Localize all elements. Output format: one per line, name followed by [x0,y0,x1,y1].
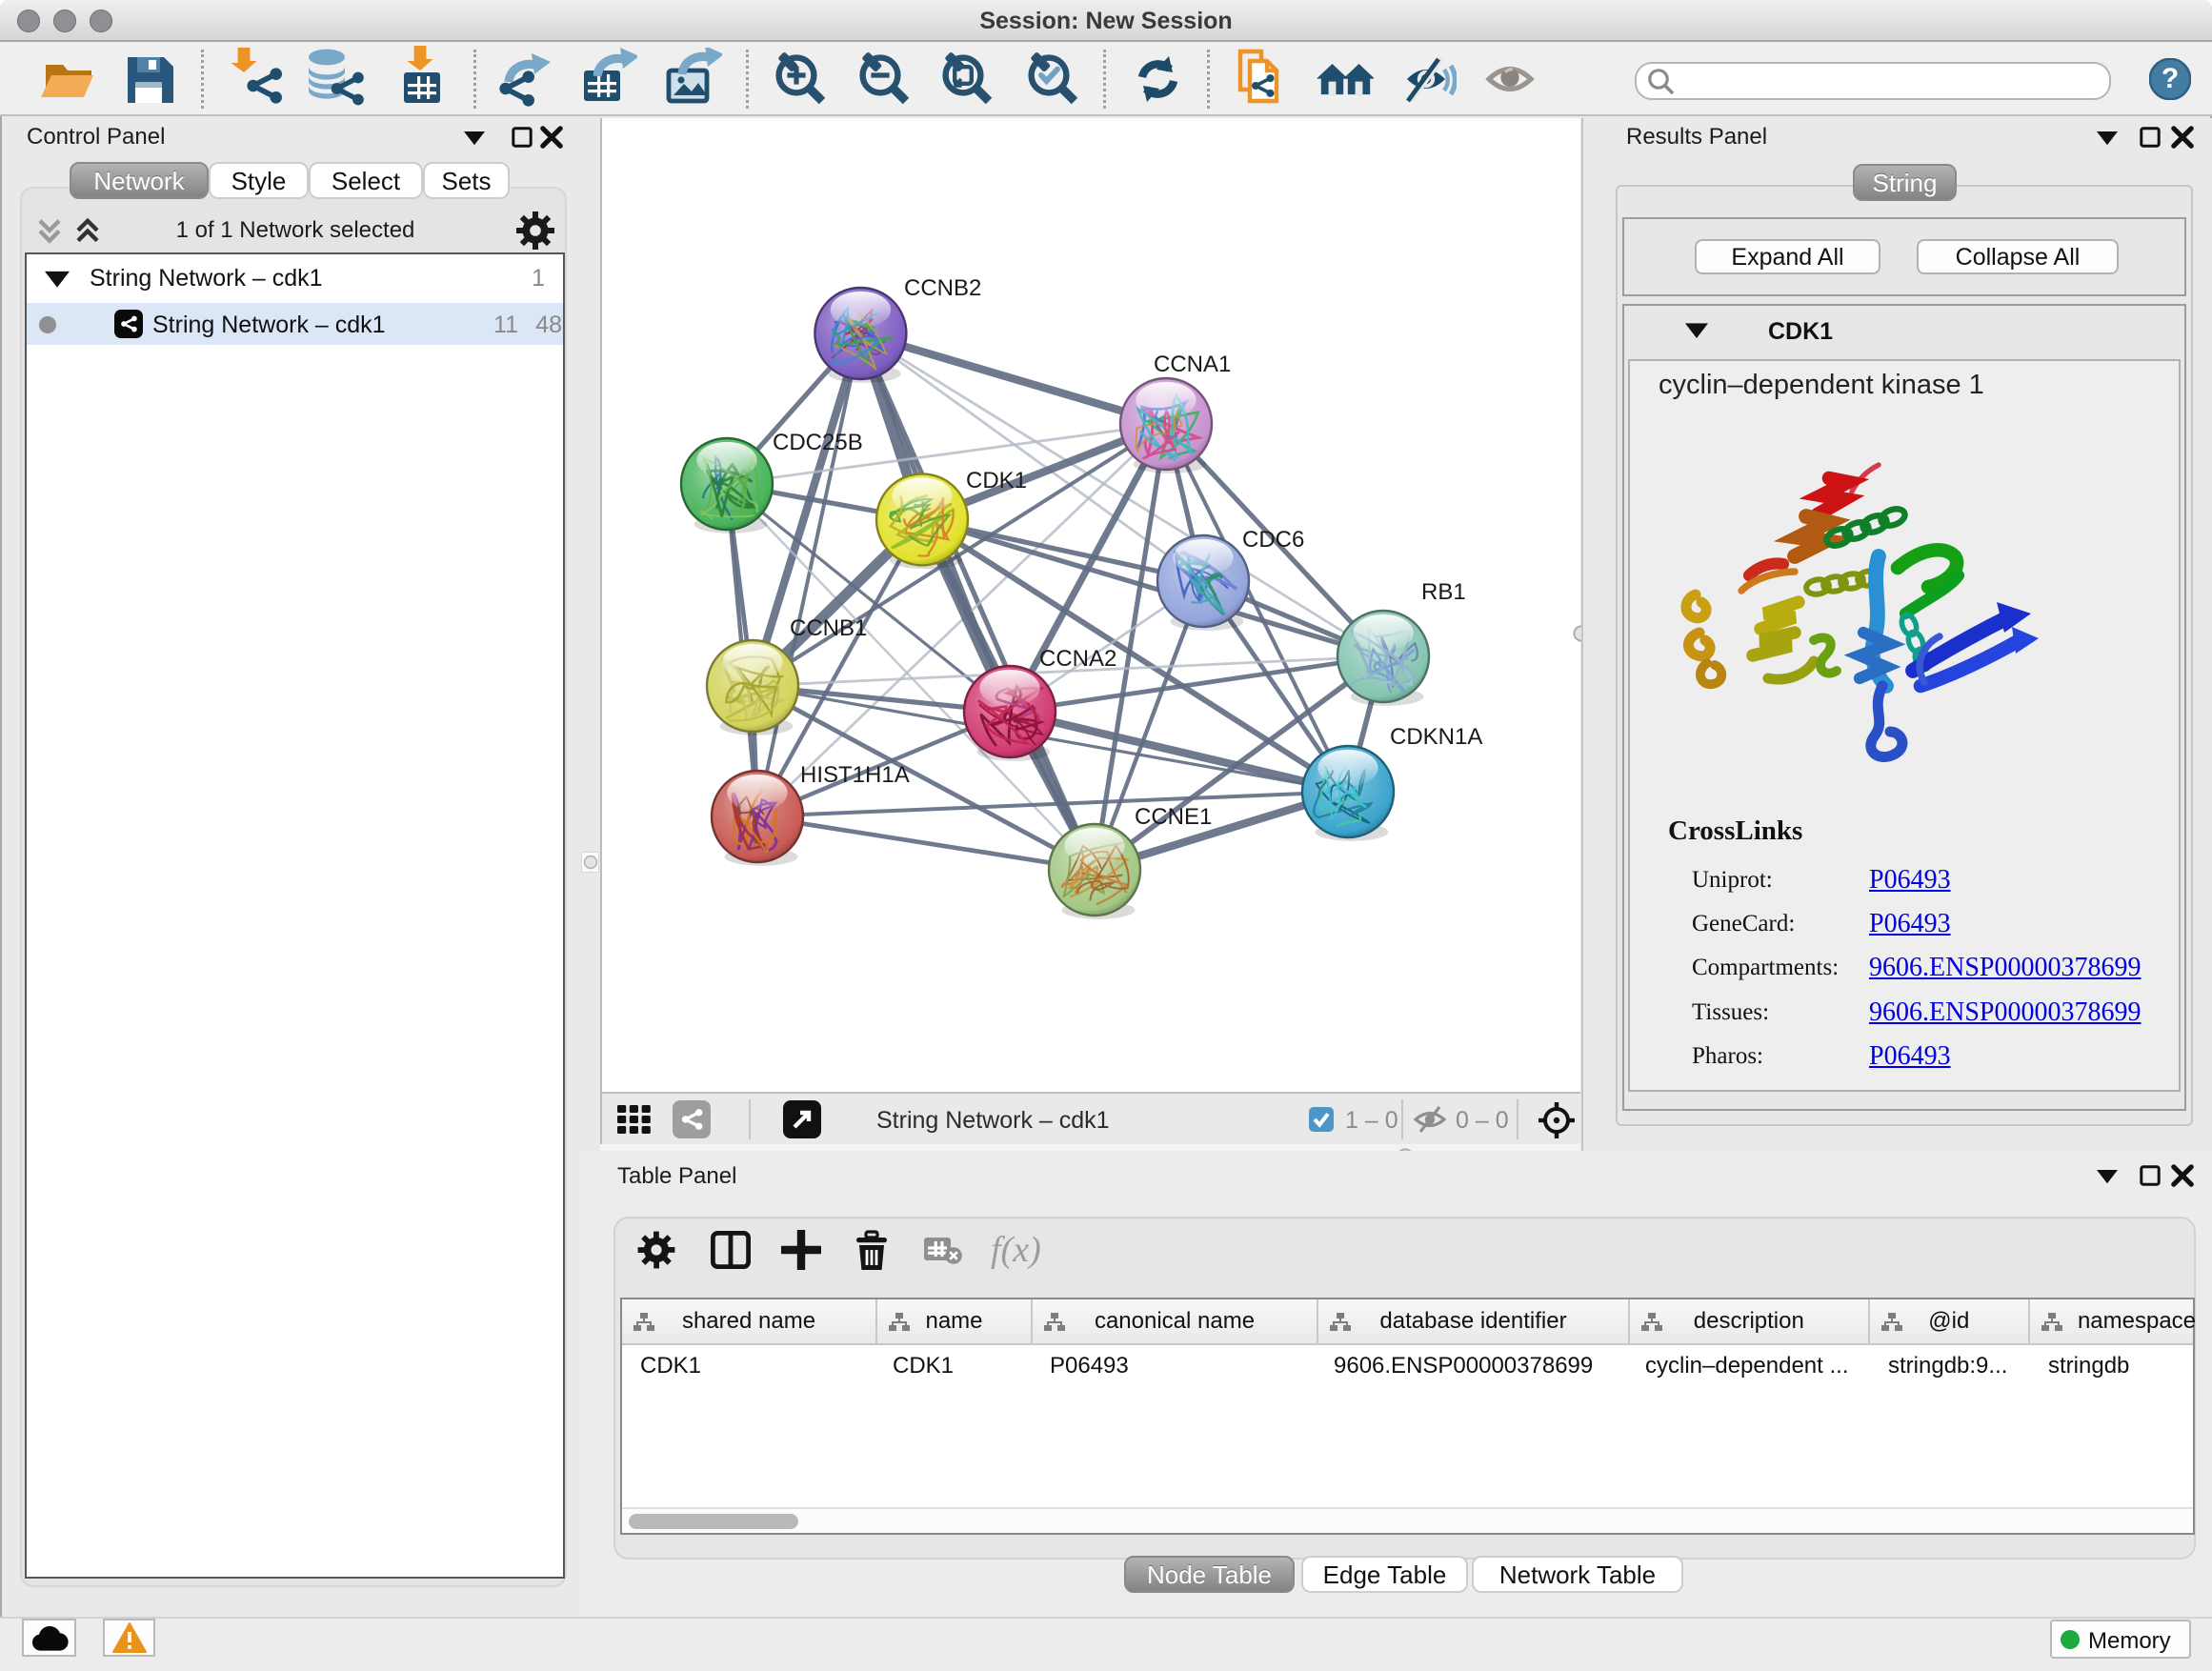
svg-text:CDKN1A: CDKN1A [1390,724,1482,750]
svg-text:CCNA2: CCNA2 [1039,646,1116,672]
svg-text:CCNE1: CCNE1 [1135,804,1212,830]
svg-text:CCNA1: CCNA1 [1154,352,1231,377]
svg-text:CDC6: CDC6 [1242,527,1304,553]
svg-text:CCNB2: CCNB2 [904,275,981,301]
svg-text:CCNB1: CCNB1 [790,615,867,641]
svg-text:RB1: RB1 [1421,579,1466,605]
svg-text:CDK1: CDK1 [966,468,1027,493]
svg-text:CDC25B: CDC25B [773,430,863,455]
svg-text:HIST1H1A: HIST1H1A [800,762,910,788]
svg-text:?: ? [2162,63,2179,94]
